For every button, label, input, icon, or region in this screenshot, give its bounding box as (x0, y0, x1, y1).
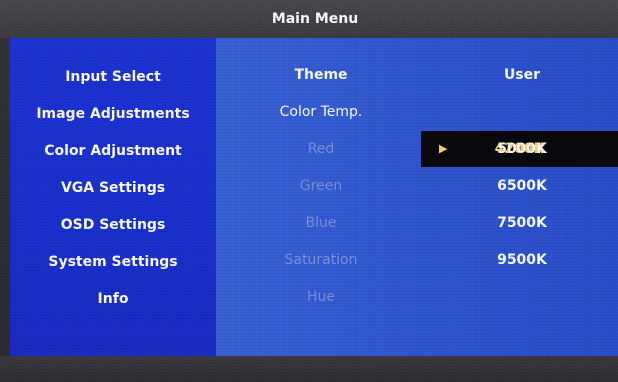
color-adjustment-panel: Theme Color Temp. Red Green Blue Saturat… (216, 38, 618, 356)
param-red: Red (307, 141, 335, 157)
param-color-temp[interactable]: Color Temp. (216, 97, 426, 127)
footer-bar (0, 356, 618, 382)
param-saturation: Saturation (284, 252, 358, 268)
sidebar-item-input-select[interactable]: Input Select (10, 62, 216, 92)
menu-title: Main Menu (271, 11, 359, 27)
color-temp-option-9500k[interactable]: 9500K (426, 245, 618, 275)
sidebar-item-info[interactable]: Info (10, 284, 216, 314)
color-temp-option-7500k[interactable]: 7500K (426, 208, 618, 238)
sidebar-item-osd-settings[interactable]: OSD Settings (10, 210, 216, 240)
param-hue: Hue (306, 289, 335, 305)
main-menu-sidebar: Input Select Image Adjustments Color Adj… (10, 38, 216, 356)
param-green: Green (299, 178, 343, 194)
param-theme[interactable]: Theme (216, 60, 426, 90)
title-bar: Main Menu (0, 0, 618, 38)
osd-screen: Main Menu Input Select Image Adjustments… (0, 0, 618, 382)
color-temp-option-5000k[interactable]: 5000K (426, 134, 618, 164)
param-blue: Blue (305, 215, 337, 231)
color-temp-option-6500k[interactable]: 6500K (426, 171, 618, 201)
sidebar-item-system-settings[interactable]: System Settings (10, 247, 216, 277)
sidebar-item-image-adjustments[interactable]: Image Adjustments (10, 99, 216, 129)
theme-value[interactable]: User (426, 60, 618, 90)
sidebar-item-color-adjustment[interactable]: Color Adjustment (10, 136, 216, 166)
sidebar-item-vga-settings[interactable]: VGA Settings (10, 173, 216, 203)
